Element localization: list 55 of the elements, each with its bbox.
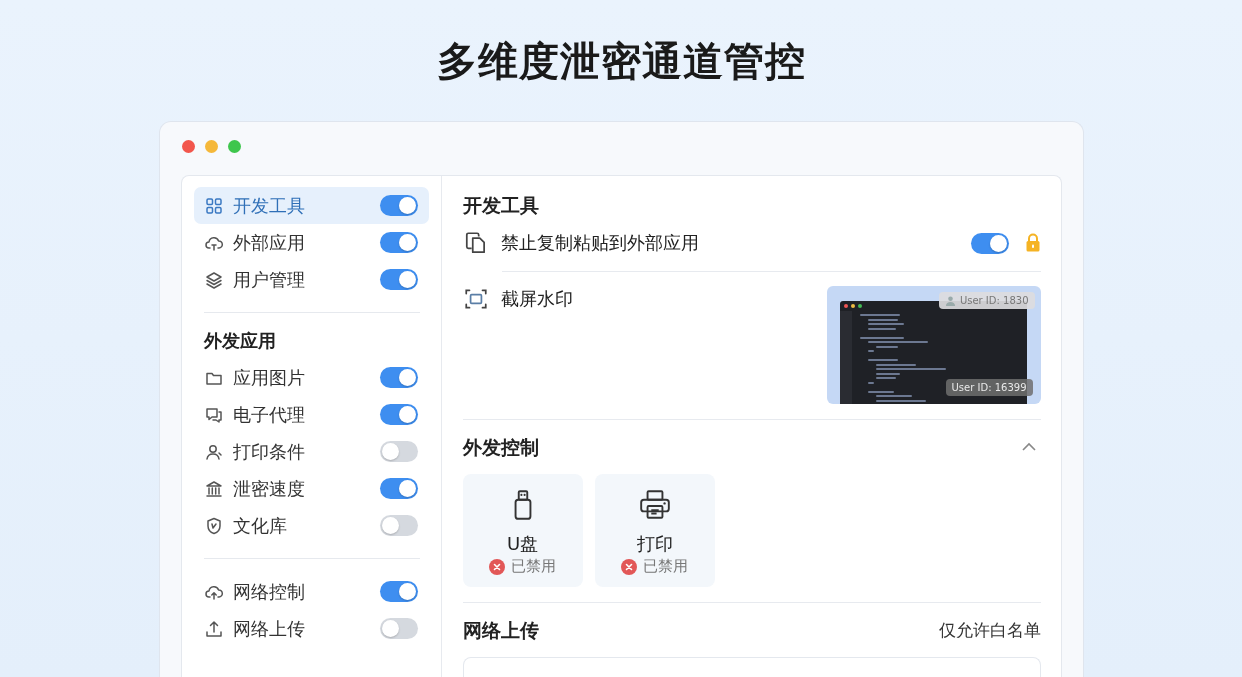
sidebar-label: 文化库 [232,513,288,538]
toggle-switch[interactable] [970,232,1009,254]
toggle-switch[interactable] [379,232,418,253]
sidebar-item[interactable]: 网络上传 [193,610,429,647]
watermark-text: User ID: 16399 [945,379,1033,396]
section-heading: 网络上传 [462,618,539,643]
upload-icon [203,618,224,639]
toggle-switch[interactable] [379,441,418,462]
toggle-switch[interactable] [379,478,418,499]
bank-icon [203,478,224,499]
sidebar-label: 应用图片 [232,365,306,390]
sidebar-label: 泄密速度 [232,476,306,501]
sidebar-item[interactable]: 文化库 [193,507,429,544]
sidebar-item[interactable]: 开发工具 [193,187,429,224]
toggle-switch[interactable] [379,404,418,425]
upload-mode[interactable]: 仅允许白名单 [938,618,1041,642]
section-heading: 外发控制 [462,435,539,460]
user-icon [944,295,956,306]
zoom-button[interactable] [227,140,241,153]
device-label: 打印 [636,532,673,556]
section-heading: 开发工具 [462,193,540,218]
setting-label: 截屏水印 [500,287,574,311]
toggle-switch[interactable] [379,581,418,602]
setting-label: 禁止复制粘贴到外部应用 [500,231,700,255]
toggle-switch[interactable] [379,515,418,536]
sidebar-label: 用户管理 [232,267,306,292]
sidebar-item[interactable]: 用户管理 [193,261,429,298]
sidebar-item[interactable]: 泄密速度 [193,470,429,507]
toggle-switch[interactable] [379,618,418,639]
screenshot-icon [462,286,489,312]
group-heading: 外发应用 [202,329,277,353]
device-label: U盘 [506,532,539,556]
sidebar-label: 电子代理 [232,402,306,427]
sidebar-item[interactable]: 网络控制 [193,573,429,610]
sidebar-label: 网络控制 [232,579,306,604]
grid-icon [203,195,224,216]
status-text: 已禁用 [511,557,556,576]
chevron-icon[interactable] [1020,442,1037,452]
page-title: 多维度泄密通道管控 [436,37,806,86]
sidebar-item[interactable]: 打印条件 [193,433,429,470]
watermark-text: User ID: 1830 [959,295,1029,306]
layers-icon [203,269,224,290]
sidebar-label: 打印条件 [232,439,306,464]
toggle-switch[interactable] [379,367,418,388]
close-button[interactable] [181,140,195,153]
sidebar-item[interactable]: 电子代理 [193,396,429,433]
status-text: 已禁用 [643,557,688,576]
sidebar-label: 外部应用 [232,230,306,255]
sidebar-item[interactable]: 应用图片 [193,359,429,396]
toggle-switch[interactable] [379,195,418,216]
sidebar-label: 开发工具 [232,193,306,218]
sidebar-item[interactable]: 外部应用 [193,224,429,261]
sidebar-label: 网络上传 [232,616,306,641]
printer-icon [637,488,672,522]
toggle-switch[interactable] [379,269,418,290]
